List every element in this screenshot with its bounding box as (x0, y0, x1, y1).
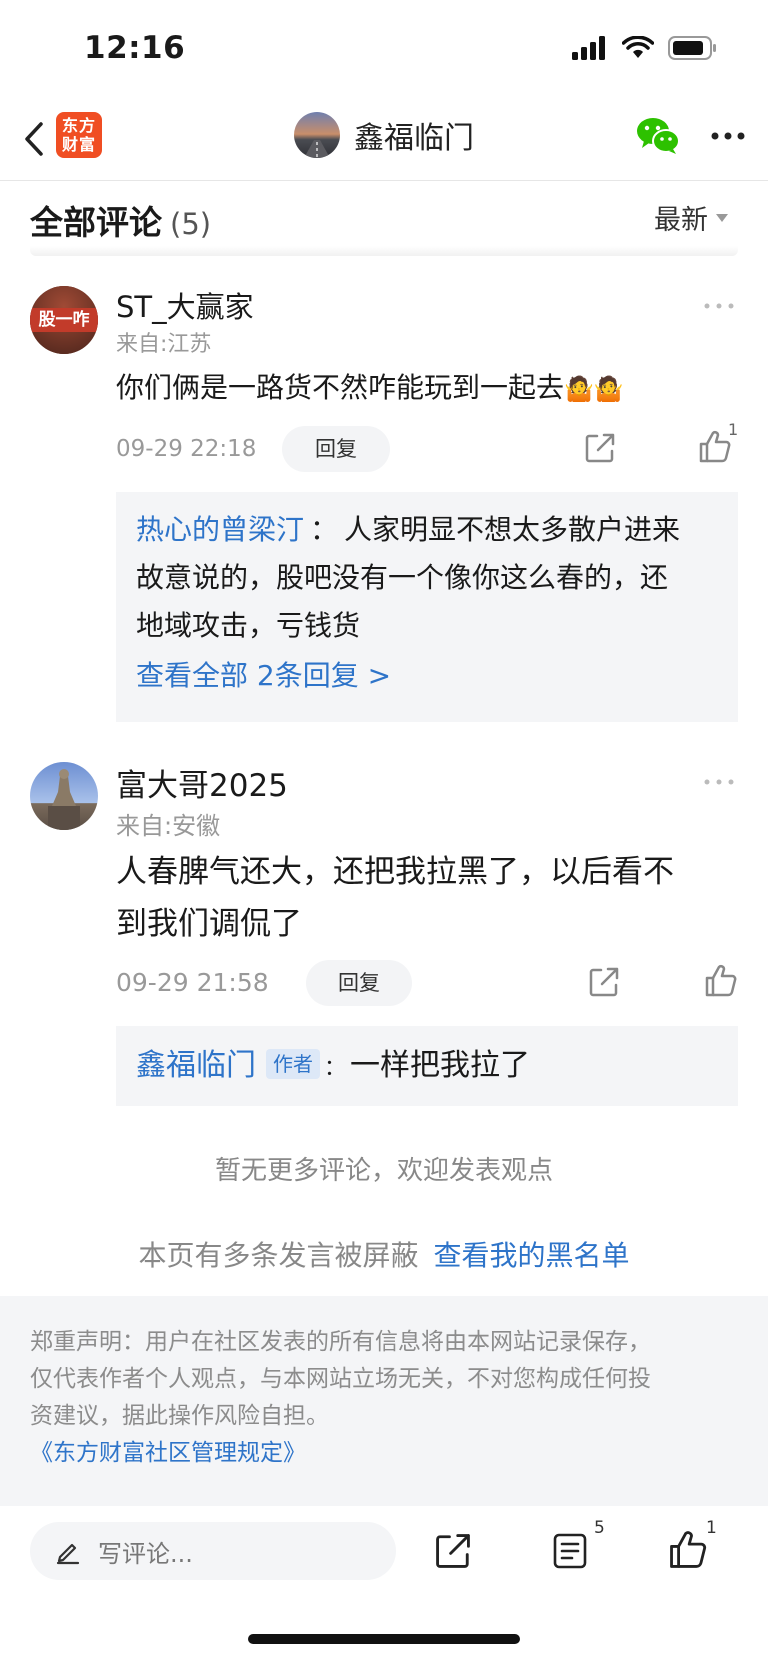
community-rules-link[interactable]: 《东方财富社区管理规定》 (30, 1435, 738, 1472)
more-icon (704, 779, 734, 785)
thumbs-up-icon (705, 965, 737, 997)
reply-box: 鑫福临门 作者：一样把我拉了 (116, 1026, 738, 1106)
like-button[interactable] (668, 1530, 708, 1574)
comment-content: 你们俩是一路货不然咋能玩到一起去🤷🤷 (116, 364, 624, 413)
wechat-icon (637, 118, 680, 154)
road-image-icon (304, 140, 330, 158)
status-time: 12:16 (84, 30, 186, 66)
comment-placeholder: 写评论... (98, 1539, 193, 1568)
reply-sep: ： (310, 513, 339, 546)
avatar[interactable]: 股一咋 (30, 286, 98, 354)
blocked-notice: 本页有多条发言被屏蔽 查看我的黑名单 (0, 1234, 768, 1274)
more-icon (711, 132, 745, 140)
reply-box: 热心的曾梁汀：人家明显不想太多散户进来 故意说的，股吧没有一个像你这么春的，还 … (116, 492, 738, 722)
like-count-badge: 1 (706, 1518, 717, 1538)
share-icon (585, 433, 615, 463)
no-more-comments: 暂无更多评论，欢迎发表观点 (214, 1156, 553, 1186)
comment-input[interactable]: 写评论... (30, 1522, 396, 1580)
wechat-share-button[interactable] (636, 116, 680, 156)
caret-down-icon (716, 213, 728, 222)
more-icon (704, 303, 734, 309)
signal-icon (572, 36, 605, 60)
disclaimer-line1: 郑重声明：用户在社区发表的所有信息将由本网站记录保存， (30, 1329, 651, 1355)
shrug-emoji: 🤷🤷 (564, 375, 624, 403)
disclaimer-line3: 资建议，据此操作风险自担。 (30, 1403, 329, 1429)
logo-line1: 东方 (61, 116, 96, 135)
logo-line2: 财富 (61, 135, 96, 154)
view-all-replies-link[interactable]: 查看全部 2条回复 > (136, 652, 391, 700)
nav-profile[interactable]: 鑫福临门 (294, 112, 474, 158)
reply-author[interactable]: 鑫福临门 (136, 1048, 256, 1083)
reply-button[interactable]: 回复 (282, 426, 390, 472)
share-icon (589, 967, 619, 997)
reply-text: 一样把我拉了 (350, 1048, 531, 1083)
battery-icon (668, 36, 716, 60)
nav-avatar[interactable] (294, 112, 340, 158)
comment-text-line1: 人春脾气还大，还把我拉黑了，以后看不 (116, 854, 674, 890)
reply-text-line3: 地域攻击，亏钱货 (136, 609, 361, 642)
nav-bar: 东方 财富 鑫福临门 (0, 98, 768, 181)
reply-text-line2: 故意说的，股吧没有一个像你这么春的，还 (136, 561, 669, 594)
comment-location: 来自:江苏 (116, 332, 212, 357)
chevron-left-icon (25, 122, 43, 156)
comment-more-button[interactable] (704, 290, 734, 315)
reply-item: 鑫福临门 作者：一样把我拉了 (136, 1042, 530, 1093)
home-indicator (248, 1634, 520, 1644)
comment-count-badge: 5 (594, 1518, 605, 1538)
blacklist-link[interactable]: 查看我的黑名单 (433, 1239, 629, 1272)
like-button[interactable] (704, 964, 738, 1002)
app-logo[interactable]: 东方 财富 (56, 112, 102, 158)
share-button[interactable] (588, 966, 620, 1002)
thumbs-up-icon (670, 1531, 707, 1568)
comments-count: (5) (170, 207, 212, 241)
comment-time: 09-29 21:58 (116, 968, 269, 997)
disclaimer-line2: 仅代表作者个人观点，与本网站立场无关，不对您构成任何投 (30, 1366, 651, 1392)
avatar[interactable] (30, 762, 98, 830)
reply-text-line1: 人家明显不想太多散户进来 (344, 513, 681, 546)
comments-section-title: 全部评论 (5) (30, 196, 211, 244)
thumbs-up-icon (699, 431, 731, 463)
like-button[interactable] (698, 430, 732, 468)
author-tag: 作者 (266, 1049, 320, 1079)
reply-sep: ： (324, 1056, 347, 1081)
share-button[interactable] (584, 432, 616, 468)
sort-dropdown[interactable]: 最新 (654, 198, 728, 237)
comments-title: 全部评论 (30, 203, 162, 242)
more-button[interactable] (706, 118, 750, 154)
comment-text: 你们俩是一路货不然咋能玩到一起去 (116, 371, 565, 404)
sort-label: 最新 (654, 205, 708, 236)
bottom-bar: 写评论... 5 1 (0, 1506, 768, 1663)
share-button[interactable] (434, 1532, 472, 1574)
nav-title: 鑫福临门 (354, 121, 474, 156)
wifi-icon (622, 36, 654, 58)
back-button[interactable] (14, 116, 54, 162)
comment-text-line2: 到我们调侃了 (116, 906, 302, 942)
reply-author[interactable]: 热心的曾梁汀 (136, 513, 304, 546)
avatar-text: 股一咋 (30, 308, 98, 332)
reply-button[interactable]: 回复 (306, 960, 412, 1006)
comment-location: 来自:安徽 (116, 812, 221, 840)
comment-username[interactable]: ST_大赢家 (116, 284, 254, 326)
blocked-text: 本页有多条发言被屏蔽 (138, 1239, 419, 1272)
reply-item: 热心的曾梁汀：人家明显不想太多散户进来 (136, 506, 680, 554)
like-count: 1 (728, 420, 739, 439)
comment-more-button[interactable] (704, 766, 734, 791)
comments-button[interactable] (552, 1532, 588, 1574)
share-icon (436, 1534, 470, 1568)
status-icons (572, 36, 718, 60)
comment-list-icon (553, 1533, 587, 1569)
comment-username[interactable]: 富大哥2025 (116, 760, 288, 805)
header-divider (30, 246, 738, 256)
pencil-icon (56, 1543, 80, 1565)
comment-time: 09-29 22:18 (116, 436, 257, 462)
statue-image-icon (48, 769, 80, 830)
disclaimer: 郑重声明：用户在社区发表的所有信息将由本网站记录保存， 仅代表作者个人观点，与本… (0, 1296, 768, 1506)
